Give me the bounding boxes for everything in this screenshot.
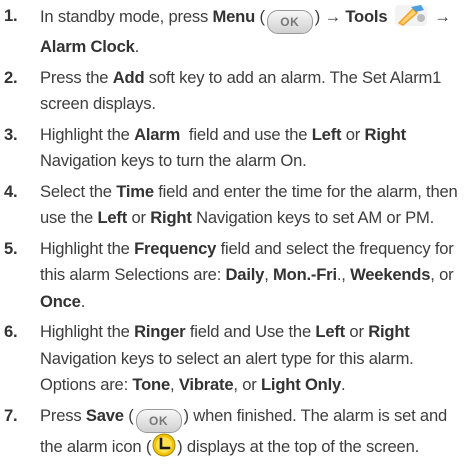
step-text: In standby mode, press	[40, 7, 213, 26]
step-number: 4.	[4, 181, 18, 201]
once-option: Once	[40, 291, 81, 311]
alarm-icon	[152, 433, 176, 457]
instruction-page: 1. In standby mode, press Menu (OK) → To…	[0, 0, 473, 463]
right-key-label: Right	[150, 208, 192, 227]
step-text: Highlight the	[40, 238, 135, 258]
step-text: or	[345, 322, 369, 341]
step-6: 6. Highlight the Ringer field and Use th…	[0, 319, 473, 399]
step-text: ,	[170, 375, 179, 394]
step-7: 7. Press Save (OK) when finished. The al…	[0, 403, 473, 461]
step-1: 1. In standby mode, press Menu (OK) → To…	[0, 3, 473, 61]
left-key-label: Left	[97, 208, 128, 227]
tools-label: Tools	[345, 7, 388, 26]
step-text: ) displays at the top of the screen.	[177, 436, 420, 456]
step-text: Highlight the	[40, 322, 135, 341]
save-key-label: Save	[85, 405, 124, 425]
light-only-option: Light Only	[261, 375, 342, 394]
tone-option: Tone	[132, 375, 171, 394]
step-text: (	[255, 7, 265, 26]
step-text: .	[80, 291, 86, 311]
step-text: , or	[430, 265, 454, 284]
step-text: Press the	[40, 67, 113, 87]
step-text: Select the	[40, 181, 117, 201]
ok-key-icon: OK	[266, 10, 313, 34]
step-number: 1.	[4, 6, 18, 25]
step-text: or	[127, 208, 151, 227]
step-3: 3. Highlight the Alarm field and use the…	[0, 122, 473, 175]
step-text: Highlight the	[40, 124, 135, 144]
step-4: 4. Select the Time field and enter the t…	[0, 179, 473, 232]
weekends-option: Weekends	[350, 265, 431, 284]
step-text: .,	[336, 265, 351, 284]
step-text: →	[434, 7, 451, 26]
step-2: 2. Press the Add soft key to add an alar…	[0, 65, 473, 118]
mon-fri-option: Mon.-Fri	[273, 265, 337, 284]
step-text: Navigation keys to turn the alarm On.	[40, 151, 307, 170]
step-number: 7.	[4, 405, 18, 425]
step-text: ,	[264, 265, 274, 284]
step-text: field and Use the	[185, 322, 316, 341]
add-key-label: Add	[112, 67, 145, 87]
ok-key-icon: OK	[135, 408, 182, 433]
step-text: , or	[233, 375, 261, 394]
step-number: 3.	[4, 124, 18, 144]
vibrate-option: Vibrate	[178, 375, 234, 394]
step-number: 2.	[4, 67, 18, 87]
right-key-label: Right	[364, 124, 407, 144]
step-number: 6.	[4, 322, 18, 341]
menu-key-label: Menu	[212, 7, 256, 26]
alarm-clock-label: Alarm Clock	[40, 37, 135, 56]
step-text: Press	[40, 405, 86, 425]
tools-icon	[394, 3, 428, 27]
step-text: .	[134, 37, 140, 56]
alarm-field-label: Alarm	[134, 124, 181, 144]
time-field-label: Time	[116, 181, 154, 201]
step-text: field and use the	[180, 124, 312, 144]
frequency-field-label: Frequency	[134, 238, 217, 258]
step-text: (	[123, 405, 134, 425]
step-number: 5.	[4, 238, 18, 258]
step-text: ) →	[314, 7, 346, 26]
step-text: .	[341, 375, 346, 394]
step-5: 5. Highlight the Frequency field and sel…	[0, 236, 473, 316]
ringer-field-label: Ringer	[134, 322, 186, 341]
left-key-label: Left	[315, 322, 346, 341]
step-text: or	[341, 124, 365, 144]
step-text: Navigation keys to set AM or PM.	[191, 208, 435, 227]
daily-option: Daily	[225, 265, 265, 284]
left-key-label: Left	[311, 124, 342, 144]
right-key-label: Right	[368, 322, 410, 341]
